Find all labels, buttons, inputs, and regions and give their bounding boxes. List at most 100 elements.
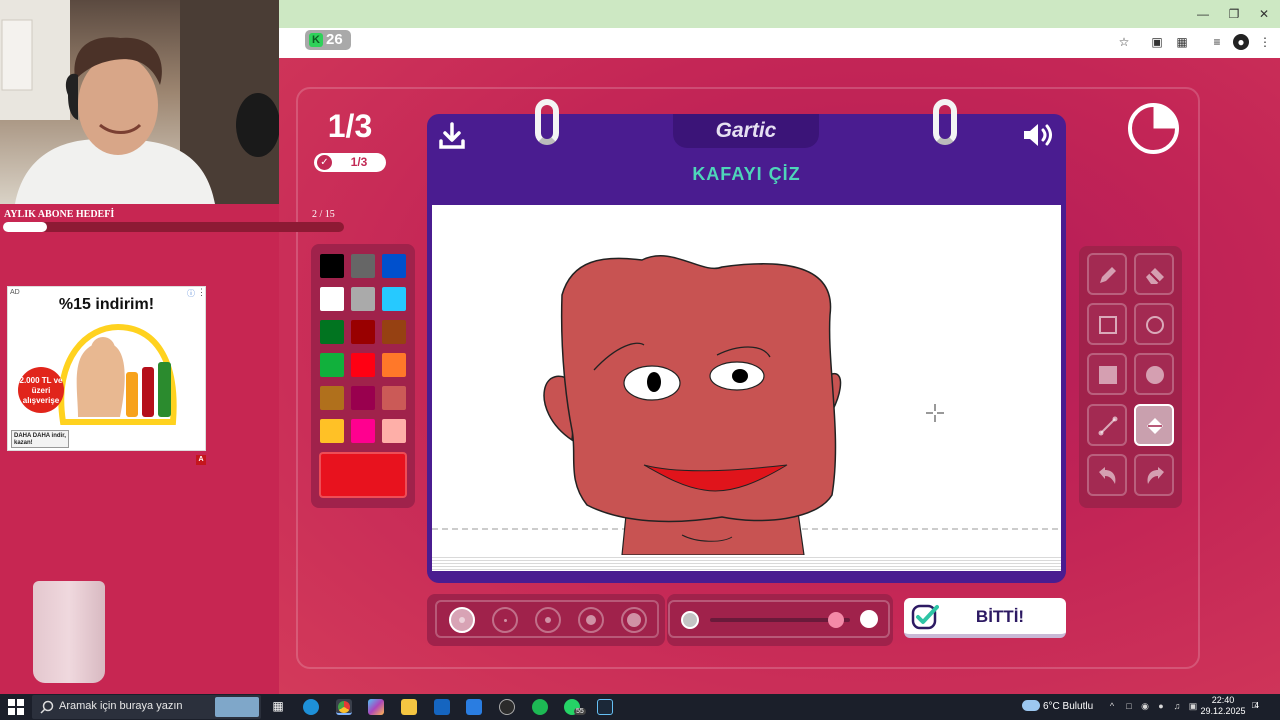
tool-panel xyxy=(1079,246,1182,508)
store-icon[interactable] xyxy=(466,699,482,715)
timer-icon xyxy=(1128,103,1179,154)
copilot-icon[interactable] xyxy=(368,699,384,715)
color-swatch[interactable] xyxy=(382,419,406,443)
steam-icon[interactable] xyxy=(597,699,613,715)
sub-goal-progress-fill xyxy=(3,222,48,232)
color-swatch[interactable] xyxy=(351,254,375,278)
tool-pencil[interactable] xyxy=(1087,253,1127,295)
edge-icon[interactable] xyxy=(303,699,319,715)
color-swatch[interactable] xyxy=(320,320,344,344)
color-swatch[interactable] xyxy=(382,287,406,311)
color-swatch[interactable] xyxy=(382,353,406,377)
tool-rectangle-outline[interactable] xyxy=(1087,303,1127,345)
color-swatch[interactable] xyxy=(320,254,344,278)
color-swatch[interactable] xyxy=(320,287,344,311)
drawing-canvas[interactable] xyxy=(432,205,1061,555)
minimize-icon[interactable]: — xyxy=(1188,4,1218,24)
opacity-slider-handle[interactable] xyxy=(828,612,844,628)
brush-size-dot xyxy=(459,617,465,623)
microphone-icon[interactable]: ● xyxy=(1155,700,1167,712)
rectangle-filled-icon xyxy=(1099,366,1117,384)
screenshot-icon[interactable]: ▣ xyxy=(1149,34,1165,50)
brush-size-option[interactable] xyxy=(578,607,604,633)
ellipse-filled-icon xyxy=(1146,366,1164,384)
restore-icon[interactable]: ❐ xyxy=(1219,4,1249,24)
done-button-label: BİTTİ! xyxy=(975,607,1025,626)
search-highlight-image xyxy=(215,697,259,717)
volume-icon[interactable]: ♫ xyxy=(1171,700,1183,712)
tool-ellipse-outline[interactable] xyxy=(1134,303,1174,345)
search-placeholder: Aramak için buraya yazın xyxy=(59,700,183,712)
color-palette xyxy=(311,244,415,508)
clock-time[interactable]: 22:40 xyxy=(1205,695,1241,705)
opacity-max-icon xyxy=(860,610,878,628)
network-icon[interactable]: ▣ xyxy=(1187,700,1199,712)
profile-avatar[interactable]: ● xyxy=(1233,34,1249,50)
tool-undo[interactable] xyxy=(1087,454,1127,496)
outlook-icon[interactable] xyxy=(434,699,450,715)
weather-text[interactable]: 6°C Bulutlu xyxy=(1043,701,1093,712)
tool-line[interactable] xyxy=(1087,404,1127,446)
task-title: KAFAYI ÇİZ xyxy=(692,164,801,184)
color-swatch[interactable] xyxy=(351,419,375,443)
clock-date[interactable]: 29.12.2025 xyxy=(1200,706,1246,716)
ad-corner-badge: A xyxy=(196,455,206,465)
bookmark-star-icon[interactable]: ☆ xyxy=(1116,34,1132,50)
rectangle-outline-icon xyxy=(1099,316,1117,334)
extensions-icon[interactable]: ▦ xyxy=(1174,34,1190,50)
brush-size-dot xyxy=(627,613,641,627)
color-swatch[interactable] xyxy=(320,353,344,377)
weather-cloud-icon[interactable] xyxy=(1022,700,1040,711)
color-swatch[interactable] xyxy=(320,386,344,410)
task-view-icon[interactable]: ▦ xyxy=(270,699,286,715)
tray-chevron-icon[interactable]: ^ xyxy=(1106,700,1118,712)
eraser-icon xyxy=(1146,268,1164,284)
tool-rectangle-filled[interactable] xyxy=(1087,353,1127,395)
chrome-icon[interactable] xyxy=(336,699,352,715)
download-icon[interactable] xyxy=(437,121,467,151)
color-swatch[interactable] xyxy=(351,287,375,311)
done-check-icon xyxy=(911,604,939,630)
color-swatch[interactable] xyxy=(351,386,375,410)
sound-icon[interactable] xyxy=(1022,121,1056,149)
tool-eraser[interactable] xyxy=(1134,253,1174,295)
tool-fill-bucket[interactable] xyxy=(1134,404,1174,446)
kick-icon: K xyxy=(309,33,323,47)
menu-kebab-icon[interactable]: ⋮ xyxy=(1257,34,1273,50)
tray-app-icon[interactable]: □ xyxy=(1123,700,1135,712)
brush-size-option[interactable] xyxy=(449,607,475,633)
notification-icon[interactable]: □4 xyxy=(1252,700,1268,714)
round-pill: ✓ 1/3 xyxy=(314,153,386,172)
brush-size-dot xyxy=(545,617,551,623)
tool-ellipse-filled[interactable] xyxy=(1134,353,1174,395)
fill-bucket-icon xyxy=(1147,418,1163,434)
whatsapp-badge: 55 xyxy=(574,708,586,715)
search-icon xyxy=(40,700,54,714)
color-swatch[interactable] xyxy=(351,353,375,377)
color-swatch[interactable] xyxy=(320,419,344,443)
brush-size-dot xyxy=(586,615,596,625)
file-explorer-icon[interactable] xyxy=(401,699,417,715)
app-icon[interactable] xyxy=(499,699,515,715)
tool-redo[interactable] xyxy=(1134,454,1174,496)
reading-list-icon[interactable]: ≡ xyxy=(1209,34,1225,50)
brush-size-option[interactable] xyxy=(492,607,518,633)
brush-size-option[interactable] xyxy=(535,607,561,633)
close-window-icon[interactable]: ✕ xyxy=(1249,4,1279,24)
current-color[interactable] xyxy=(319,452,407,498)
extension-badge[interactable]: K 26 xyxy=(305,30,351,50)
color-swatch[interactable] xyxy=(382,320,406,344)
tray-hidden-icon[interactable]: ◉ xyxy=(1139,700,1151,712)
line-icon xyxy=(1098,416,1118,436)
round-counter: 1/3 xyxy=(327,108,373,144)
windows-start-icon[interactable] xyxy=(8,699,24,715)
binder-ring-right xyxy=(933,99,957,145)
color-swatch[interactable] xyxy=(382,386,406,410)
check-icon: ✓ xyxy=(317,155,332,170)
color-swatch[interactable] xyxy=(382,254,406,278)
spotify-icon[interactable] xyxy=(532,699,548,715)
color-swatch[interactable] xyxy=(351,320,375,344)
cursor-crosshair-icon xyxy=(926,404,944,422)
glass-overlay xyxy=(33,581,105,683)
brush-size-option[interactable] xyxy=(621,607,647,633)
